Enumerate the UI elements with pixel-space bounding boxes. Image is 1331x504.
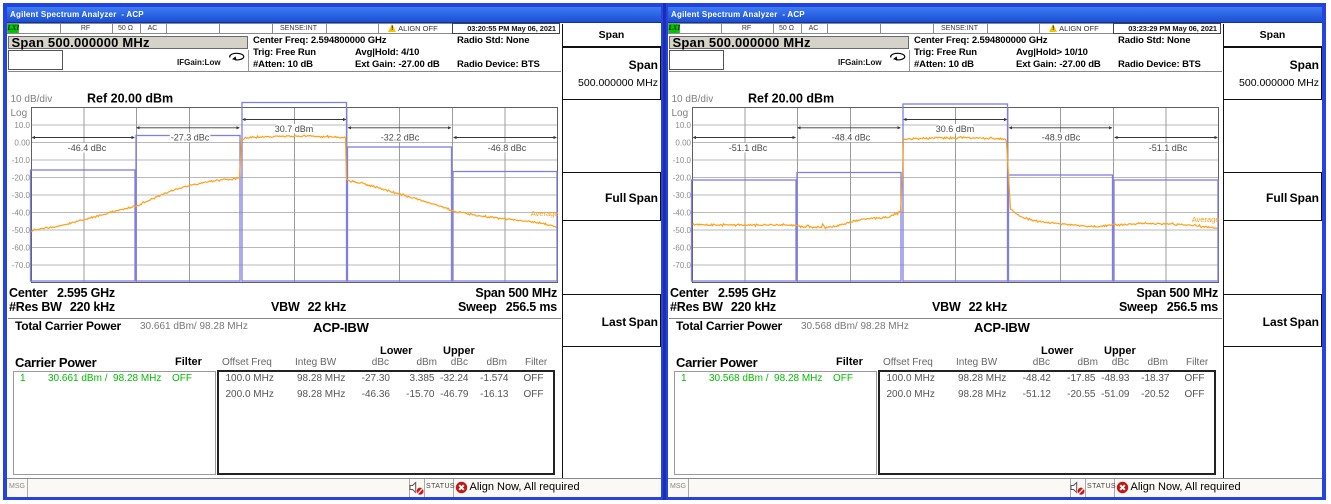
svg-text:-40.0: -40.0 <box>673 208 692 217</box>
svg-text:-20.0: -20.0 <box>673 173 692 182</box>
svg-text:Ref 20.00 dBm: Ref 20.00 dBm <box>748 92 834 106</box>
svg-text:10.0: 10.0 <box>675 121 691 130</box>
svg-text:30.6 dBm: 30.6 dBm <box>936 124 975 134</box>
svg-text:-10.0: -10.0 <box>673 156 692 165</box>
svg-text:30.7 dBm: 30.7 dBm <box>275 124 314 134</box>
svg-text:-51.1 dBc: -51.1 dBc <box>1149 143 1188 153</box>
svg-text:-32.2 dBc: -32.2 dBc <box>381 133 420 143</box>
svg-text:-48.4 dBc: -48.4 dBc <box>832 133 871 143</box>
svg-text:0.00: 0.00 <box>675 138 691 147</box>
svg-text:10.0: 10.0 <box>14 121 30 130</box>
svg-text:-46.8 dBc: -46.8 dBc <box>488 143 527 153</box>
svg-text:-60.0: -60.0 <box>673 243 692 252</box>
svg-text:-51.1 dBc: -51.1 dBc <box>729 143 768 153</box>
svg-text:10 dB/div: 10 dB/div <box>11 94 53 105</box>
svg-text:-48.9 dBc: -48.9 dBc <box>1042 133 1081 143</box>
svg-text:-27.3 dBc: -27.3 dBc <box>171 133 210 143</box>
svg-text:-46.4 dBc: -46.4 dBc <box>68 143 107 153</box>
svg-text:-30.0: -30.0 <box>673 191 692 200</box>
svg-text:-70.0: -70.0 <box>673 261 692 270</box>
svg-text:Ref 20.00 dBm: Ref 20.00 dBm <box>87 92 173 106</box>
svg-text:-10.0: -10.0 <box>12 156 31 165</box>
svg-text:-20.0: -20.0 <box>12 173 31 182</box>
svg-text:Log: Log <box>11 108 28 119</box>
svg-text:-60.0: -60.0 <box>12 243 31 252</box>
svg-text:Log: Log <box>672 108 689 119</box>
svg-text:Average: Average <box>1192 215 1220 224</box>
svg-text:-50.0: -50.0 <box>673 226 692 235</box>
svg-text:-70.0: -70.0 <box>12 261 31 270</box>
svg-text:-30.0: -30.0 <box>12 191 31 200</box>
svg-text:Average: Average <box>531 209 559 218</box>
svg-text:-50.0: -50.0 <box>12 226 31 235</box>
svg-text:-40.0: -40.0 <box>12 208 31 217</box>
svg-text:0.00: 0.00 <box>14 138 30 147</box>
svg-text:10 dB/div: 10 dB/div <box>672 94 714 105</box>
